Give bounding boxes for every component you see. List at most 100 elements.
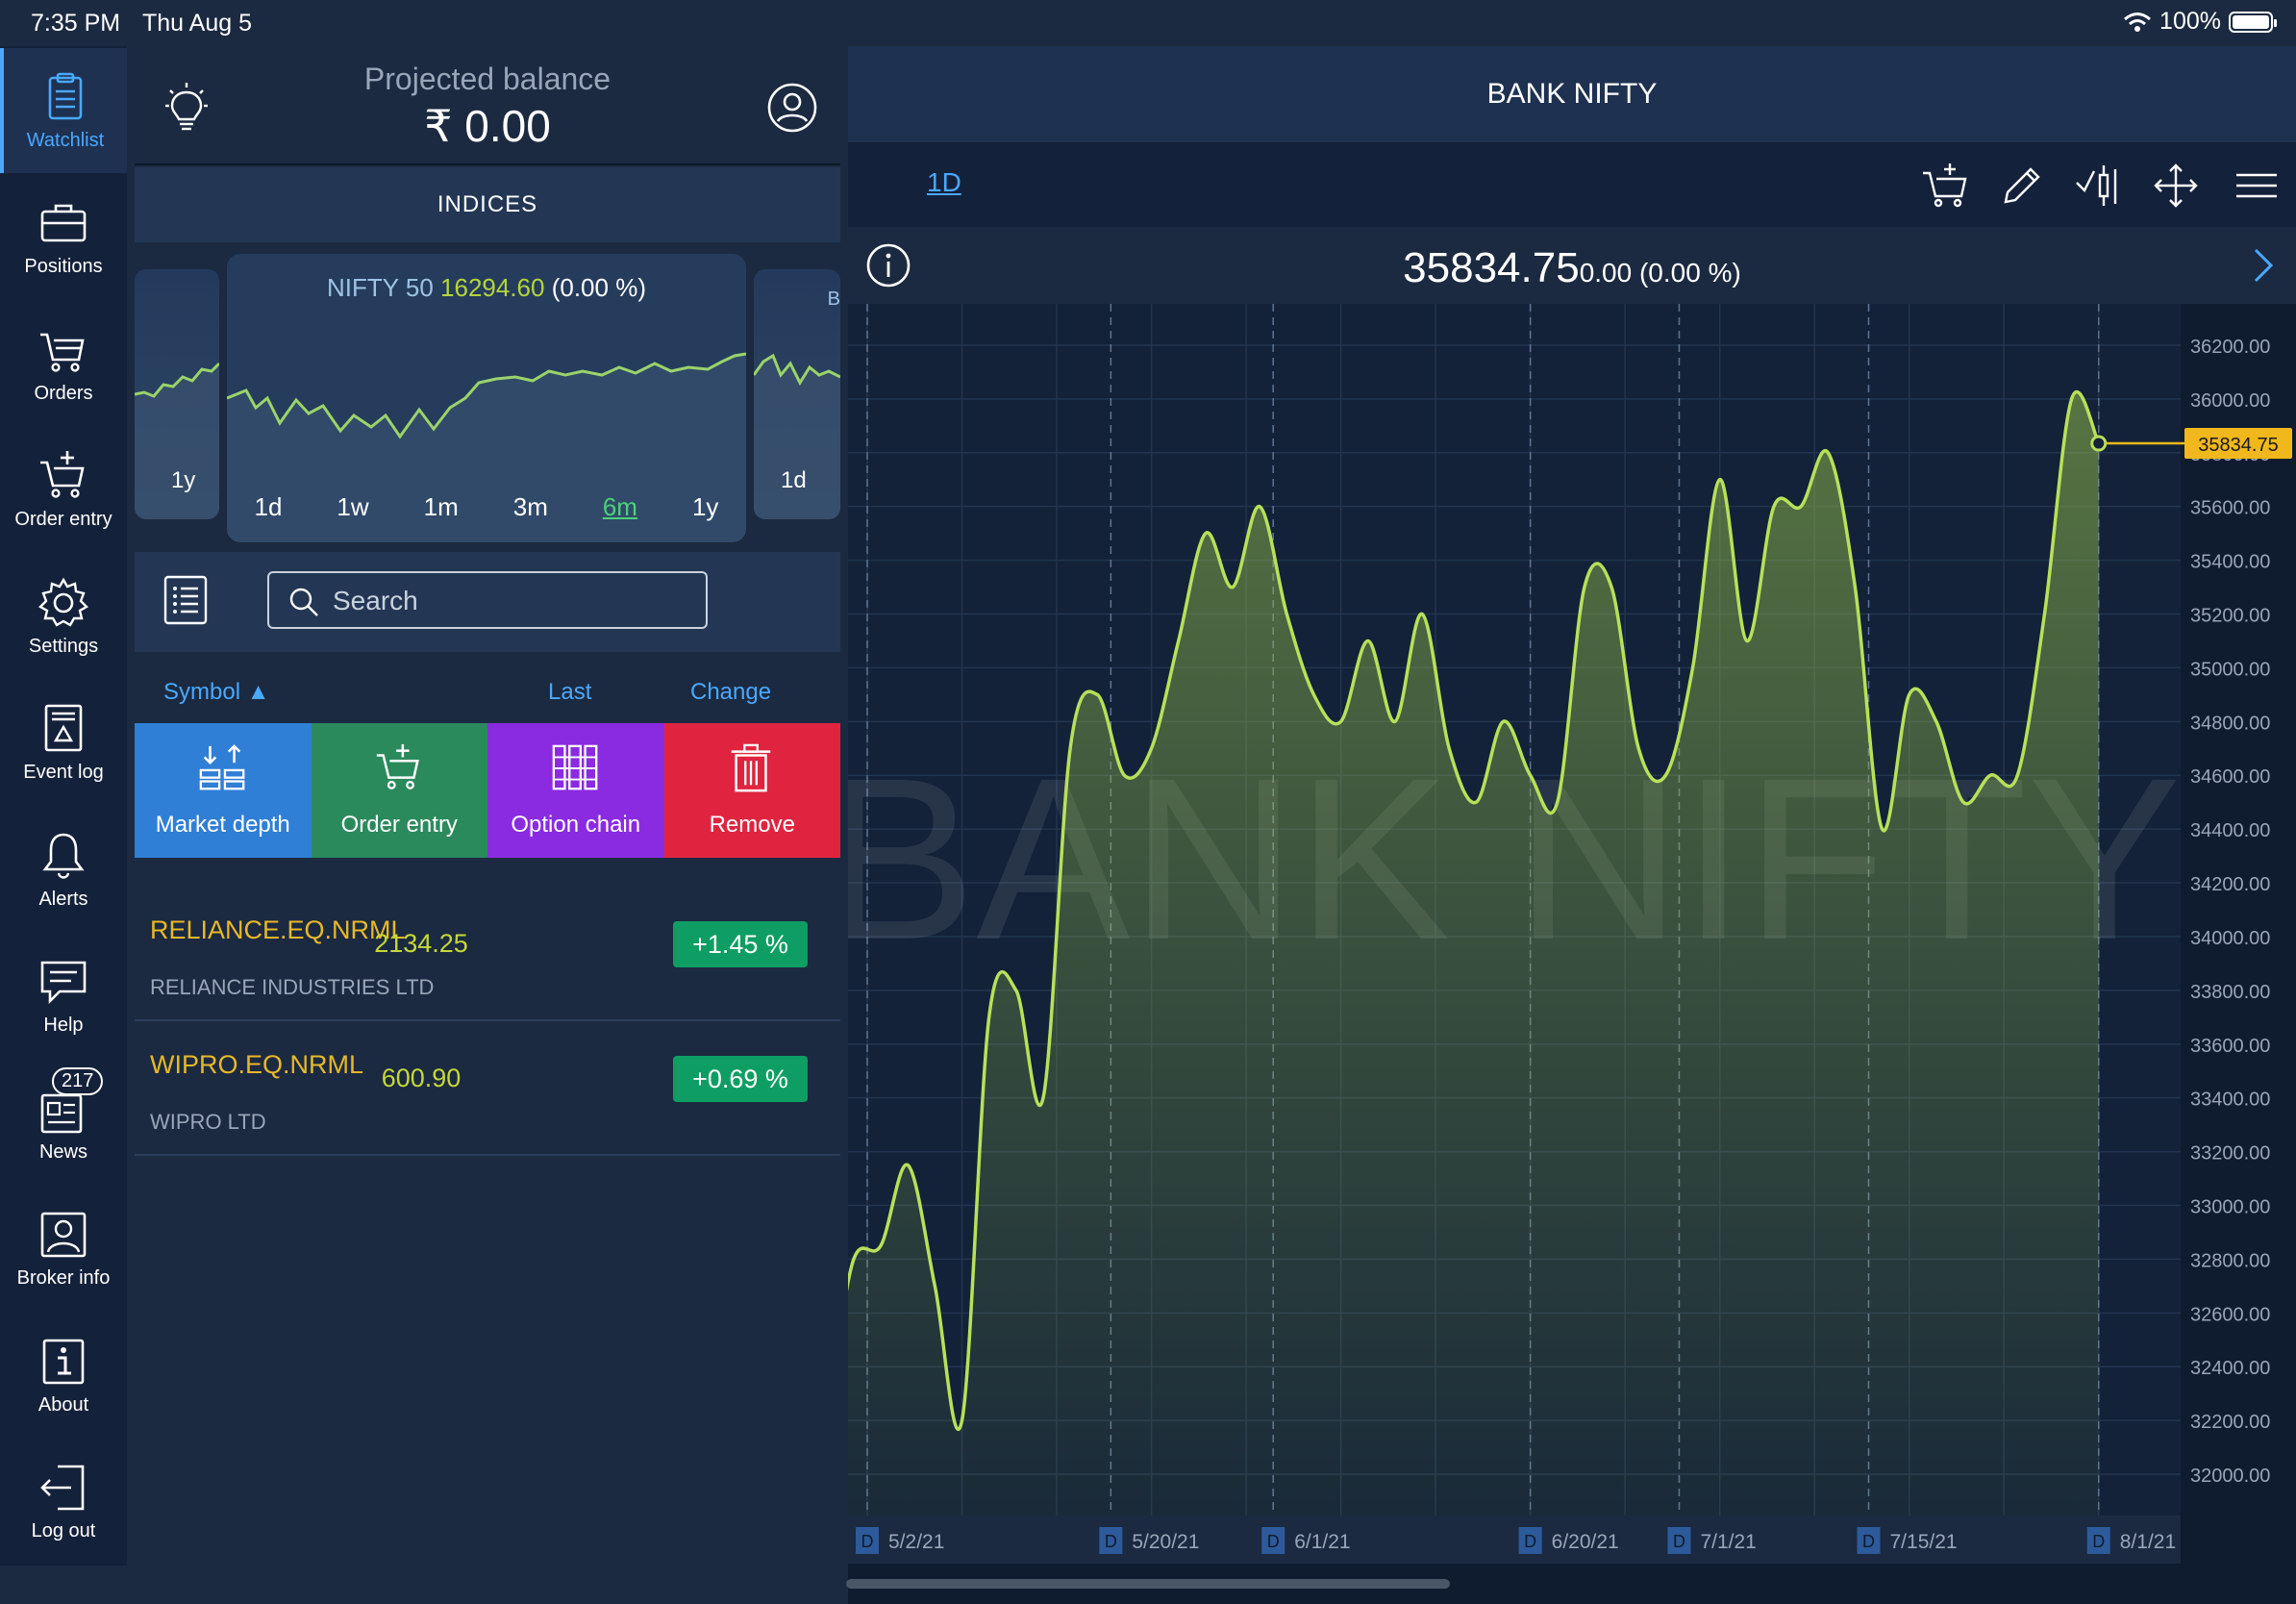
x-tick-label: 7/15/21 [1890,1531,1958,1553]
nav-label: Log out [31,1520,96,1541]
x-tick-label: 6/20/21 [1552,1531,1619,1553]
move-icon[interactable] [2152,162,2200,210]
x-tick-label: 5/20/21 [1132,1531,1199,1553]
index-range-tabs: 1d 1w 1m 3m 6m 1y [227,492,746,522]
chart-last-price: 35834.75 [1403,244,1580,291]
nav-item-order-entry[interactable]: Order entry [0,428,127,553]
row-change-badge: +0.69 % [673,1056,808,1102]
day-marker-letter: D [1862,1532,1875,1551]
day-marker-letter: D [1105,1532,1117,1551]
range-tab-1m[interactable]: 1m [424,492,459,522]
y-tick-label: 35000.00 [2190,659,2270,680]
market-depth-button[interactable]: Market depth [135,723,312,858]
nav-item-positions[interactable]: Positions [0,175,127,300]
chart-scrollbar[interactable] [846,1579,1450,1589]
y-tick-label: 32800.00 [2190,1250,2270,1271]
logout-icon [40,1465,85,1511]
search-input[interactable] [333,581,688,621]
range-tab-3m[interactable]: 3m [513,492,548,522]
nav-label: About [37,1393,89,1416]
indices-carousel[interactable]: 1y NIFTY 50 16294.60 (0.00 %) 1d 1w 1m 3m 6m… [135,250,840,546]
nav-item-about[interactable]: About [0,1313,127,1438]
table-row[interactable]: RELIANCE.EQ.NRML RELIANCE INDUSTRIES LTD 2… [135,887,840,1021]
nav-item-event-log[interactable]: Event log [0,681,127,806]
action-label: Remove [709,812,795,838]
nav-label: News [38,1140,87,1163]
row-company-name: RELIANCE INDUSTRIES LTD [150,975,435,999]
nav-item-broker-info[interactable]: Broker info [0,1187,127,1312]
column-symbol[interactable]: Symbol ▲ [163,679,269,706]
briefcase-icon [40,204,87,242]
index-card-previous-range: 1y [171,467,196,493]
nav-label: Settings [28,635,99,657]
table-row[interactable]: WIPRO.EQ.NRML WIPRO LTD 600.90 +0.69 % [135,1021,840,1156]
nav-item-watchlist[interactable]: Watchlist [0,48,127,173]
row-actions: Market depth Order entry Option chain Remov… [135,723,840,858]
event-log-icon [44,704,83,752]
index-card-previous[interactable]: 1y [135,269,219,519]
nav-item-alerts[interactable]: Alerts [0,807,127,932]
day-marker-letter: D [1267,1532,1280,1551]
x-axis-area [848,1516,2181,1564]
bell-icon [42,833,85,879]
list-icon[interactable] [163,575,208,625]
status-time: 7:35 PM [31,10,121,37]
remove-button[interactable]: Remove [663,723,840,858]
index-card-nifty50[interactable]: NIFTY 50 16294.60 (0.00 %) 1d 1w 1m 3m 6m 1y [227,254,746,542]
battery-icon [2229,11,2277,33]
column-last[interactable]: Last [548,679,591,706]
price-chart[interactable]: 32000.00 32200.00 32400.00 32600.00 32800.00… [848,304,2296,1592]
range-tab-1y[interactable]: 1y [692,492,718,522]
chart-toolbar: 1D [848,142,2296,227]
chart-price-bar: 35834.750.00 (0.00 %) [848,227,2296,304]
last-price-label: 35834.75 [2198,435,2278,456]
nav-label: Help [43,1015,84,1036]
nav-label: Event log [23,762,104,783]
range-tab-6m[interactable]: 6m [603,492,637,522]
y-tick-label: 34800.00 [2190,713,2270,734]
profile-icon[interactable] [765,81,819,135]
pencil-icon[interactable] [1998,162,2046,210]
y-tick-label: 33600.00 [2190,1036,2270,1057]
column-change[interactable]: Change [690,679,771,706]
action-label: Option chain [511,812,641,838]
search-icon [289,588,318,616]
menu-icon[interactable] [2233,162,2281,210]
search-box[interactable] [267,571,708,629]
nav-item-news[interactable]: News 217 [0,1060,127,1185]
timeframe-selector[interactable]: 1D [927,167,961,198]
indices-header[interactable]: INDICES [135,167,840,242]
cart-plus-icon [377,743,420,789]
nav-label: Watchlist [26,129,105,151]
day-marker-letter: D [2092,1532,2105,1551]
y-tick-label: 33800.00 [2190,982,2270,1003]
nav-item-help[interactable]: Help [0,934,127,1059]
range-tab-1d[interactable]: 1d [254,492,282,522]
y-tick-label: 33400.00 [2190,1090,2270,1111]
indicator-icon[interactable] [2075,162,2123,210]
index-card-next[interactable]: 1d B [754,269,840,519]
nav-item-log-out[interactable]: Log out [0,1440,127,1565]
nav-item-orders[interactable]: Orders [0,301,127,426]
side-nav: Watchlist Positions Orders Order entry Setti… [0,46,127,1566]
chevron-right-icon[interactable] [2248,246,2277,285]
nav-label: Orders [34,382,93,404]
range-tab-1w[interactable]: 1w [337,492,368,522]
projected-balance-label: Projected balance [363,62,611,96]
option-chain-button[interactable]: Option chain [487,723,664,858]
status-date: Thu Aug 5 [142,10,252,37]
action-label: Market depth [155,812,290,838]
last-price-dot [2090,435,2108,452]
y-tick-label: 35200.00 [2190,606,2270,627]
nav-item-settings[interactable]: Settings [0,554,127,679]
day-marker-letter: D [861,1532,874,1551]
y-tick-label: 32000.00 [2190,1466,2270,1487]
add-order-icon[interactable] [1921,162,1969,210]
y-tick-label: 36200.00 [2190,337,2270,358]
x-tick-label: 7/1/21 [1700,1531,1756,1553]
y-tick-label: 34400.00 [2190,820,2270,841]
order-entry-button[interactable]: Order entry [311,723,487,858]
chart-price: 35834.750.00 (0.00 %) [848,244,2296,292]
y-tick-label: 32200.00 [2190,1412,2270,1433]
help-chat-icon [40,961,87,1005]
